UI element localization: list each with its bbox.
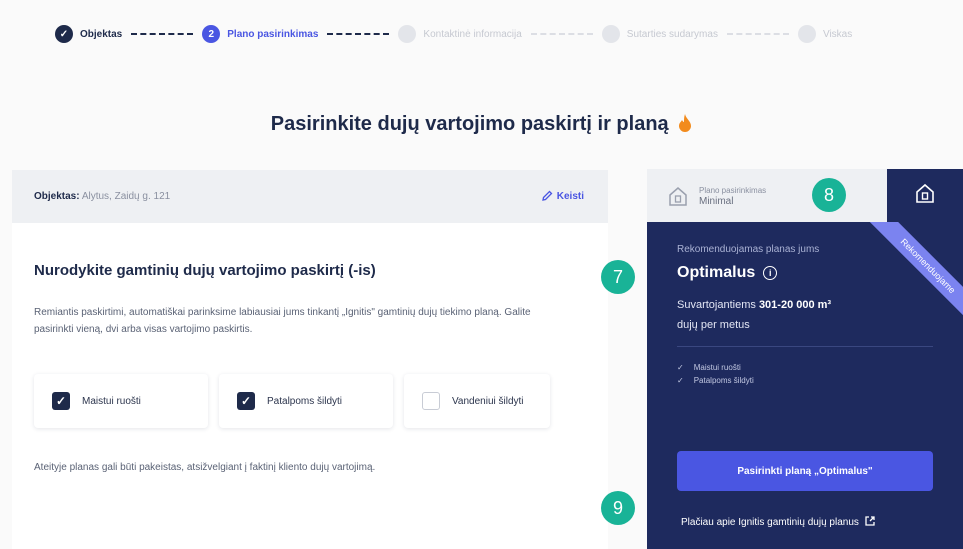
step-label: Kontaktinė informacija xyxy=(423,28,522,40)
external-link-icon xyxy=(865,516,875,529)
step-connector xyxy=(530,33,593,35)
step-sutarties-sudarymas: Sutarties sudarymas xyxy=(601,25,718,43)
step-dot xyxy=(398,25,417,43)
step-connector xyxy=(131,33,194,35)
plan-tab-label: Plano pasirinkimas xyxy=(699,185,767,195)
checkbox-empty-icon[interactable] xyxy=(422,392,440,410)
step-label: Viskas xyxy=(822,28,853,40)
feature-item: ✓ Maistui ruošti xyxy=(677,361,754,374)
object-bar: Objektas: Alytus, Zaidų g. 121 Keisti xyxy=(12,170,608,223)
usage-suffix: dujų per metus xyxy=(677,319,750,331)
check-icon: ✓ xyxy=(55,25,73,43)
home-tab[interactable] xyxy=(887,169,963,222)
feature-item: ✓ Patalpoms šildyti xyxy=(677,374,754,387)
annotation-marker-7: 7 xyxy=(601,260,635,294)
more-info-link[interactable]: Plačiau apie Ignitis gamtinių dujų planu… xyxy=(681,516,875,529)
purpose-option-maistui[interactable]: ✓ Maistui ruošti xyxy=(34,374,208,428)
object-info: Objektas: Alytus, Zaidų g. 121 xyxy=(34,191,170,202)
checkbox-checked-icon[interactable]: ✓ xyxy=(237,392,255,410)
checkbox-checked-icon[interactable]: ✓ xyxy=(52,392,70,410)
plan-usage: Suvartojantiems 301-20 000 m³ dujų per m… xyxy=(677,295,917,335)
usage-prefix: Suvartojantiems xyxy=(677,299,756,311)
section-title: Nurodykite gamtinių dujų vartojimo paski… xyxy=(34,262,376,279)
step-dot xyxy=(601,25,620,43)
recommended-label: Rekomenduojamas planas jums xyxy=(677,244,820,255)
divider xyxy=(677,346,933,347)
footer-note: Ateityje planas gali būti pakeistas, ats… xyxy=(34,462,376,473)
step-plano-pasirinkimas: 2 Plano pasirinkimas xyxy=(202,25,318,43)
annotation-marker-9: 9 xyxy=(601,491,635,525)
step-label: Objektas xyxy=(80,28,123,40)
more-link-label: Plačiau apie Ignitis gamtinių dujų planu… xyxy=(681,517,859,528)
step-number: 2 xyxy=(202,25,221,43)
plan-features: ✓ Maistui ruošti ✓ Patalpoms šildyti xyxy=(677,361,754,387)
object-label: Objektas: xyxy=(34,191,80,202)
page-title: Pasirinkite dujų vartojimo paskirtį ir p… xyxy=(0,113,963,136)
plan-tab[interactable]: Plano pasirinkimas Minimal xyxy=(647,169,887,222)
flame-icon xyxy=(678,113,692,135)
option-label: Maistui ruošti xyxy=(82,395,141,407)
recommended-plan-card: Rekomenduojame Rekomenduojamas planas ju… xyxy=(647,222,963,549)
change-label: Keisti xyxy=(556,191,584,202)
step-label: Plano pasirinkimas xyxy=(227,28,319,40)
info-icon[interactable]: i xyxy=(763,266,778,280)
house-icon xyxy=(667,185,689,207)
step-label: Sutarties sudarymas xyxy=(626,28,718,40)
check-icon: ✓ xyxy=(677,363,684,372)
change-object-link[interactable]: Keisti xyxy=(541,190,584,204)
purpose-option-patalpoms[interactable]: ✓ Patalpoms šildyti xyxy=(219,374,393,428)
step-connector xyxy=(327,33,390,35)
step-viskas: Viskas xyxy=(797,25,853,43)
usage-value: 301-20 000 m³ xyxy=(758,299,832,311)
plan-name-text: Optimalus xyxy=(677,264,756,281)
purpose-option-vandeniui[interactable]: Vandeniui šildyti xyxy=(404,374,550,428)
step-objektas[interactable]: ✓ Objektas xyxy=(55,25,122,43)
plan-name: Optimalus i xyxy=(677,264,778,282)
pencil-icon xyxy=(541,190,553,204)
option-label: Patalpoms šildyti xyxy=(267,395,343,407)
check-icon: ✓ xyxy=(677,376,684,385)
option-label: Vandeniui šildyti xyxy=(452,395,524,407)
feature-label: Maistui ruošti xyxy=(693,363,741,372)
progress-stepper: ✓ Objektas 2 Plano pasirinkimas Kontakti… xyxy=(55,22,852,46)
step-connector xyxy=(726,33,789,35)
section-description: Remiantis paskirtimi, automatiškai parin… xyxy=(34,307,531,335)
annotation-marker-8: 8 xyxy=(812,178,846,212)
step-kontaktine-informacija: Kontaktinė informacija xyxy=(398,25,522,43)
choose-plan-button[interactable]: Pasirinkti planą „Optimalus" xyxy=(677,451,933,491)
house-icon xyxy=(914,182,936,209)
plan-tab-value: Minimal xyxy=(699,195,734,207)
page-title-text: Pasirinkite dujų vartojimo paskirtį ir p… xyxy=(270,113,669,135)
feature-label: Patalpoms šildyti xyxy=(693,376,754,385)
step-dot xyxy=(797,25,816,43)
object-address: Alytus, Zaidų g. 121 xyxy=(81,191,171,202)
